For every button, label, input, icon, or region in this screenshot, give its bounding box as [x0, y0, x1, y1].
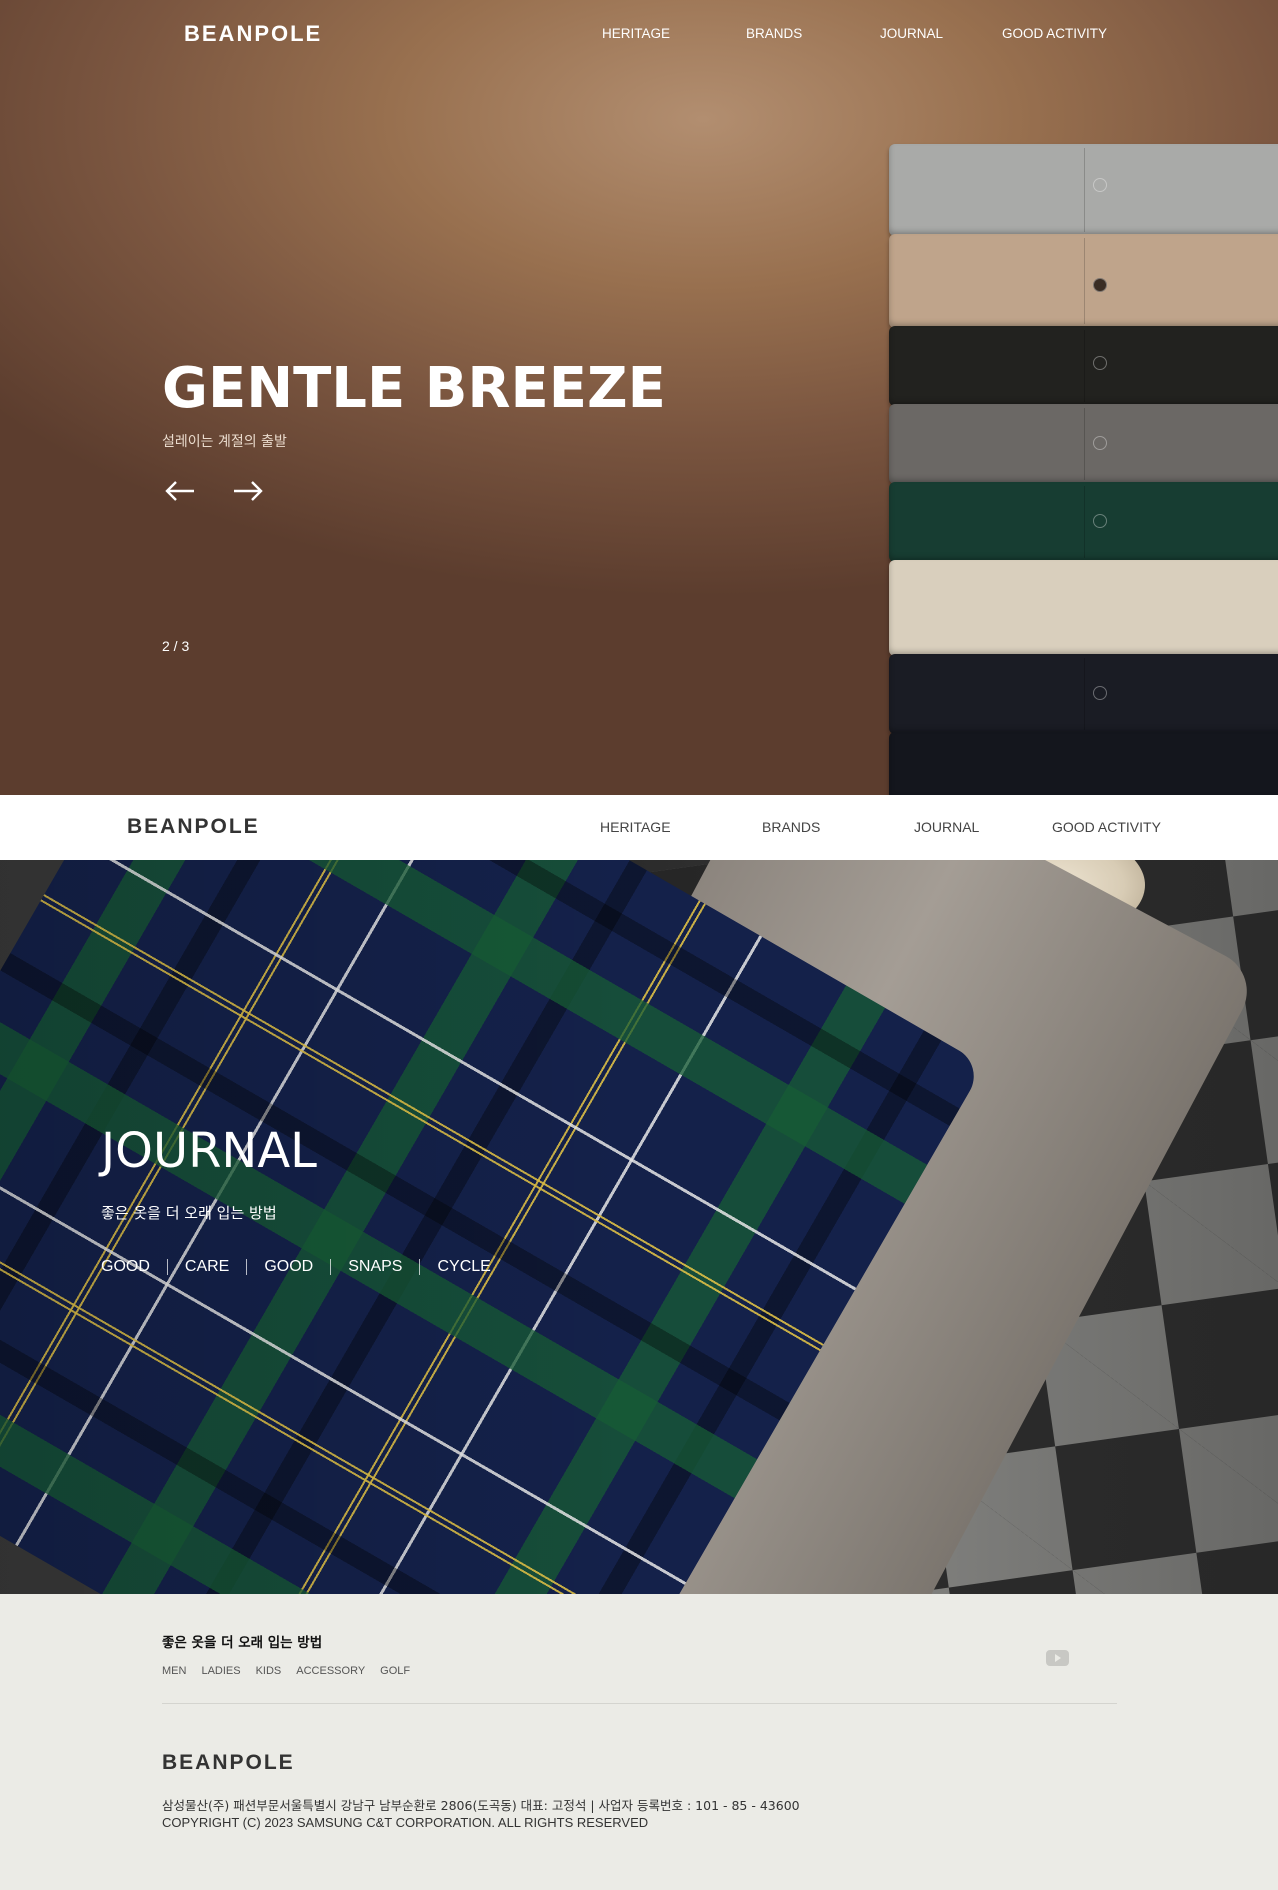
tag-good[interactable]: GOOD — [101, 1258, 150, 1276]
nav-good-activity[interactable]: GOOD ACTIVITY — [1052, 819, 1161, 835]
divider — [246, 1259, 248, 1275]
copyright: COPYRIGHT (C) 2023 SAMSUNG C&T CORPORATI… — [162, 1815, 649, 1830]
footer-logo[interactable]: BEANPOLE — [162, 1751, 295, 1775]
hero-title: GENTLE BREEZE — [162, 356, 666, 421]
arrow-right-icon — [234, 481, 263, 501]
hero-banner: BEANPOLE HERITAGE BRANDS JOURNAL GOOD AC… — [0, 0, 1278, 795]
tag-cycle[interactable]: CYCLE — [437, 1258, 490, 1276]
site-footer: 좋은 옷을 더 오래 입는 방법 MEN LADIES KIDS ACCESSO… — [0, 1594, 1278, 1890]
footer-link-ladies[interactable]: LADIES — [201, 1665, 240, 1677]
journal-banner: JOURNAL 좋은 옷을 더 오래 입는 방법 GOOD CARE GOOD … — [0, 860, 1278, 1594]
nav-brands[interactable]: BRANDS — [746, 26, 802, 41]
nav-journal[interactable]: JOURNAL — [880, 26, 943, 41]
journal-tags: GOOD CARE GOOD SNAPS CYCLE — [101, 1258, 491, 1276]
footer-link-accessory[interactable]: ACCESSORY — [296, 1665, 365, 1677]
site-header: BEANPOLE HERITAGE BRANDS JOURNAL GOOD AC… — [0, 795, 1278, 860]
footer-link-golf[interactable]: GOLF — [380, 1665, 410, 1677]
footer-category-links: MEN LADIES KIDS ACCESSORY GOLF — [162, 1665, 425, 1677]
nav-heritage[interactable]: HERITAGE — [602, 26, 670, 41]
youtube-icon[interactable] — [1046, 1650, 1069, 1666]
nav-good-activity[interactable]: GOOD ACTIVITY — [1002, 26, 1107, 41]
tag-care[interactable]: CARE — [185, 1258, 229, 1276]
brand-logo[interactable]: BEANPOLE — [127, 815, 260, 839]
footer-link-kids[interactable]: KIDS — [256, 1665, 282, 1677]
nav-journal[interactable]: JOURNAL — [914, 819, 979, 835]
journal-subtitle: 좋은 옷을 더 오래 입는 방법 — [101, 1204, 277, 1222]
prev-slide-button[interactable] — [162, 476, 198, 506]
nav-brands[interactable]: BRANDS — [762, 819, 820, 835]
divider — [330, 1259, 332, 1275]
nav-heritage[interactable]: HERITAGE — [600, 819, 671, 835]
arrow-left-icon — [165, 481, 194, 501]
footer-link-men[interactable]: MEN — [162, 1665, 186, 1677]
divider — [419, 1259, 421, 1275]
hero-subtitle: 설레이는 계절의 출발 — [162, 434, 287, 450]
company-address: 삼성물산(주) 패션부문서울특별시 강남구 남부순환로 2806(도곡동) 대표… — [162, 1798, 800, 1813]
tag-snaps[interactable]: SNAPS — [348, 1258, 402, 1276]
divider — [166, 1259, 168, 1275]
next-slide-button[interactable] — [230, 476, 266, 506]
footer-divider — [162, 1703, 1117, 1704]
footer-heading: 좋은 옷을 더 오래 입는 방법 — [162, 1635, 323, 1651]
journal-title: JOURNAL — [101, 1123, 317, 1179]
sweater-stack-image — [889, 140, 1278, 795]
slide-counter: 2 / 3 — [162, 638, 190, 654]
tag-good-2[interactable]: GOOD — [264, 1258, 313, 1276]
brand-logo[interactable]: BEANPOLE — [184, 21, 322, 47]
